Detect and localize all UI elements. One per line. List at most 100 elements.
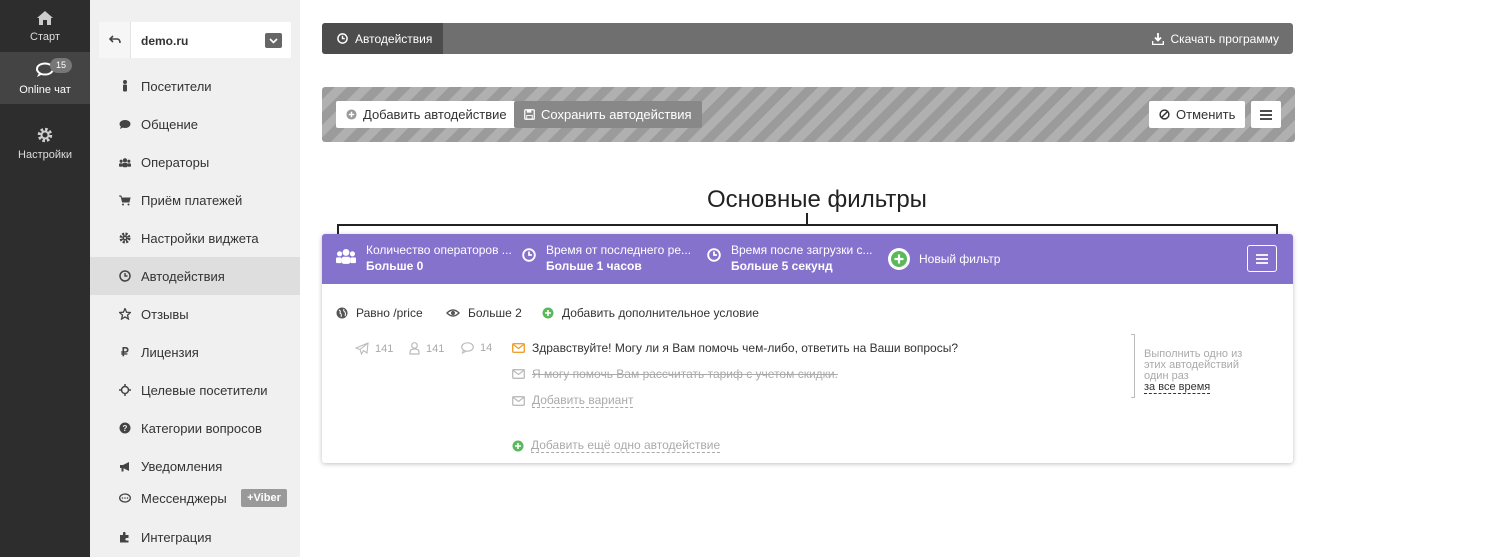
add-another-autoaction-link[interactable]: Добавить ещё одно автодействие	[512, 438, 721, 453]
clock-icon	[337, 33, 348, 44]
condition-url[interactable]: Равно /price	[336, 306, 423, 320]
megaphone-icon	[120, 461, 129, 471]
comment-icon	[461, 342, 474, 354]
undo-icon	[108, 35, 121, 44]
plus-circle-icon	[346, 109, 357, 120]
gear-icon	[119, 232, 131, 244]
sidebar-item-label: Уведомления	[141, 458, 223, 474]
gear-icon	[37, 127, 53, 143]
execution-note: Выполнить одно из этих автодействий один…	[1144, 348, 1264, 394]
filter-time-after-load[interactable]: Время после загрузки с... Больше 5 секунд	[707, 242, 873, 274]
sidebar-item-operators[interactable]: Операторы	[90, 143, 300, 181]
message-text: Я могу помочь Вам рассчитать тариф с уче…	[532, 367, 838, 381]
download-icon	[1152, 32, 1165, 45]
filter-time-since-last[interactable]: Время от последнего ре... Больше 1 часов	[522, 242, 691, 274]
site-selector[interactable]: demo.ru	[99, 22, 291, 58]
sidebar-item-chats[interactable]: Общение	[90, 105, 300, 143]
message-variant-active[interactable]: Здравствуйте! Могу ли я Вам помочь чем-л…	[512, 341, 958, 355]
site-name: demo.ru	[141, 34, 189, 48]
menu-button[interactable]	[1251, 101, 1281, 128]
users-icon	[119, 157, 131, 167]
annotation-heading: Основные фильтры	[707, 186, 927, 213]
unread-badge: 15	[50, 58, 72, 73]
add-another-label: Добавить ещё одно автодействие	[531, 438, 721, 453]
envelope-icon	[512, 395, 525, 406]
rail-item-label: Старт	[30, 31, 60, 43]
rail-item-label: Online чат	[19, 84, 71, 96]
viber-badge[interactable]: +Viber	[241, 489, 287, 507]
eye-icon	[446, 309, 460, 317]
tab-autoactions[interactable]: Автодействия	[322, 23, 443, 54]
sidebar-item-reviews[interactable]: Отзывы	[90, 295, 300, 333]
button-label: Сохранить автодействия	[541, 107, 692, 122]
svg-text:?: ?	[123, 424, 128, 433]
autoaction-card: Количество операторов ... Больше 0 Время …	[322, 234, 1293, 463]
message-text: Здравствуйте! Могу ли я Вам помочь чем-л…	[532, 341, 958, 355]
person-icon	[123, 80, 127, 92]
download-program-link[interactable]: Скачать программу	[1152, 23, 1279, 54]
comment-icon	[119, 119, 131, 129]
add-condition-button[interactable]: Добавить дополнительное условие	[542, 306, 759, 320]
condition-pageviews[interactable]: Больше 2	[446, 306, 522, 320]
add-variant-link[interactable]: Добавить вариант	[512, 393, 634, 408]
stat-value: 14	[480, 342, 493, 354]
sidebar-item-widget-settings[interactable]: Настройки виджета	[90, 219, 300, 257]
sidebar-item-messengers[interactable]: Мессенджеры +Viber	[90, 479, 300, 517]
star-icon	[119, 308, 131, 320]
main-filters-bar: Количество операторов ... Больше 0 Время …	[322, 234, 1293, 284]
stat-replies: 14	[461, 342, 492, 354]
rail-item-settings[interactable]: Настройки	[0, 126, 90, 178]
ruble-icon: ₽	[121, 345, 129, 359]
message-variant-disabled[interactable]: Я могу помочь Вам рассчитать тариф с уче…	[512, 367, 838, 381]
sidebar-item-license[interactable]: ₽ Лицензия	[90, 333, 300, 371]
new-filter-label: Новый фильтр	[919, 252, 1001, 266]
add-variant-label: Добавить вариант	[532, 393, 634, 408]
frequency-link[interactable]: за все время	[1144, 381, 1211, 394]
envelope-icon	[512, 343, 525, 353]
sidebar-item-label: Автодействия	[141, 268, 225, 284]
sidebar-item-target-visitors[interactable]: Целевые посетители	[90, 371, 300, 409]
crosshair-icon	[119, 384, 131, 396]
sidebar-item-label: Лицензия	[141, 344, 199, 360]
envelope-icon	[512, 369, 525, 379]
plus-circle-icon	[888, 248, 910, 270]
plus-circle-icon	[512, 440, 524, 451]
stat-value: 141	[375, 342, 394, 355]
users-icon	[336, 249, 356, 264]
condition-label: Больше 2	[468, 306, 522, 320]
download-label: Скачать программу	[1170, 31, 1279, 46]
back-button[interactable]	[99, 22, 131, 58]
filter-value: Больше 1 часов	[546, 259, 642, 273]
site-dropdown-button[interactable]	[265, 33, 282, 48]
sidebar-item-visitors[interactable]: Посетители	[90, 67, 300, 105]
sidebar-item-question-categories[interactable]: ? Категории вопросов	[90, 409, 300, 447]
filter-menu-button[interactable]	[1247, 245, 1277, 272]
rail-item-online-chat[interactable]: Online чат 15	[0, 52, 90, 104]
filter-operators-count[interactable]: Количество операторов ... Больше 0	[336, 242, 512, 274]
sidebar-item-integration[interactable]: Интеграция	[90, 518, 300, 556]
cart-icon	[119, 195, 131, 205]
save-autoactions-button[interactable]: Сохранить автодействия	[514, 101, 702, 128]
sidebar-item-label: Операторы	[141, 154, 210, 170]
clock-icon	[119, 270, 131, 282]
clock-icon	[707, 248, 721, 262]
filter-title: Количество операторов ...	[366, 243, 512, 257]
stat-users: 141	[409, 342, 444, 355]
sidebar-item-label: Мессенджеры	[141, 490, 227, 506]
sidebar-item-label: Приём платежей	[141, 192, 243, 208]
sidebar-item-payments[interactable]: Приём платежей	[90, 181, 300, 219]
condition-label: Равно /price	[356, 306, 423, 320]
sidebar-item-label: Категории вопросов	[141, 420, 262, 436]
note-text: Выполнить одно из этих автодействий один…	[1144, 348, 1243, 382]
tab-label: Автодействия	[355, 31, 433, 46]
filter-value: Больше 0	[366, 259, 424, 273]
sidebar-item-label: Отзывы	[141, 306, 189, 322]
sidebar-item-autoactions[interactable]: Автодействия	[90, 257, 300, 295]
filter-value: Больше 5 секунд	[731, 259, 833, 273]
new-filter-button[interactable]: Новый фильтр	[888, 248, 1000, 270]
add-autoaction-button[interactable]: Добавить автодействие	[336, 101, 517, 128]
cancel-button[interactable]: Отменить	[1149, 101, 1246, 128]
section-tabbar: Автодействия Скачать программу	[322, 23, 1293, 54]
actions-toolbar: Добавить автодействие Сохранить автодейс…	[322, 87, 1295, 142]
plus-circle-icon	[542, 307, 554, 319]
